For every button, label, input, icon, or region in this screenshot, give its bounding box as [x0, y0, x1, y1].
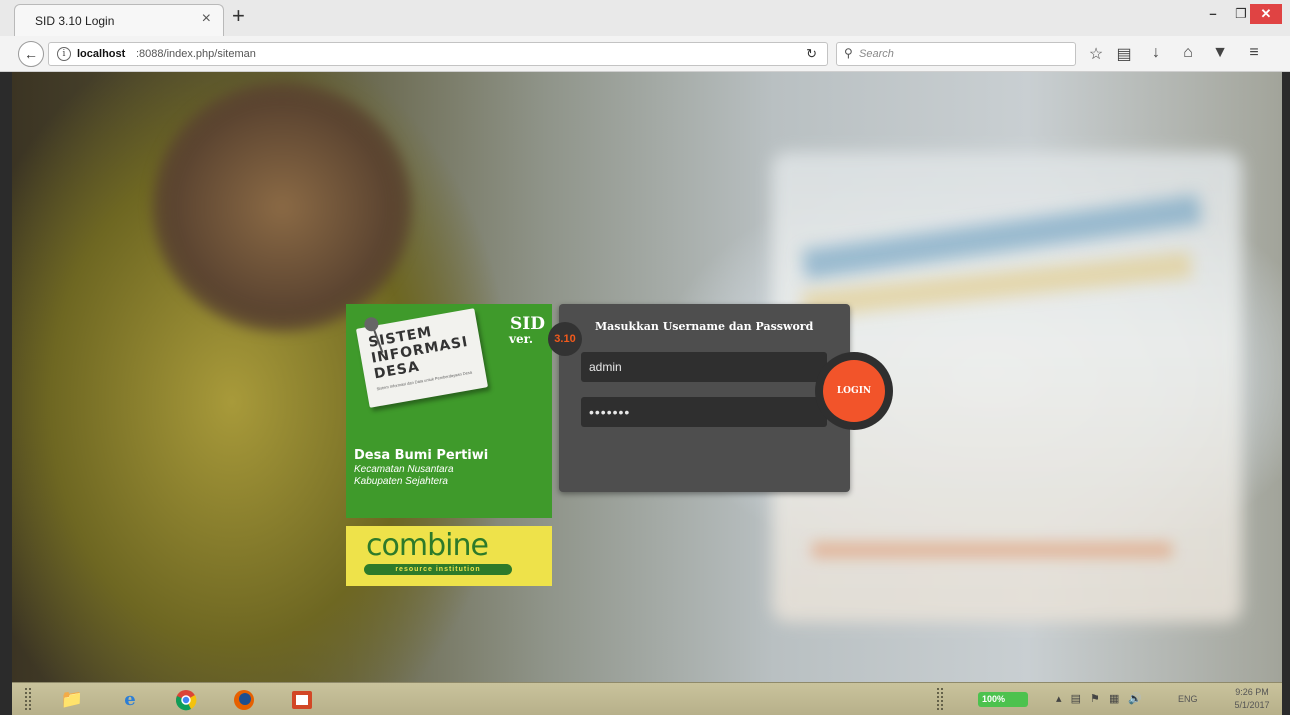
- sid-logo-paper: SISTEM INFORMASI DESA Sistem Informasi d…: [355, 308, 489, 408]
- battery-indicator[interactable]: 100%: [978, 692, 1028, 707]
- sid-title: SID: [510, 314, 545, 334]
- password-field[interactable]: •••••••: [581, 397, 827, 427]
- brand-panel: SISTEM INFORMASI DESA Sistem Informasi d…: [346, 304, 582, 518]
- home-icon[interactable]: ⌂: [1178, 44, 1198, 62]
- system-tray-icons[interactable]: ▴ ▤ ⚑ ▦ 🔊: [1056, 692, 1145, 705]
- search-placeholder: Search: [859, 48, 894, 60]
- address-bar[interactable]: i localhost :8088/index.php/siteman ↻: [48, 42, 828, 66]
- regency-name: Kabupaten Sejahtera: [354, 476, 448, 487]
- background-photo-person: [152, 82, 412, 332]
- sid-ver-label: ver.: [509, 332, 534, 346]
- chrome-icon[interactable]: [168, 686, 204, 713]
- login-panel: Masukkan Username dan Password admin •••…: [559, 304, 893, 492]
- version-badge: 3.10: [548, 322, 582, 356]
- taskbar-clock[interactable]: 9:26 PM 5/1/2017: [1224, 686, 1280, 712]
- search-icon: ⚲: [844, 46, 853, 60]
- combine-logo-subtitle: resource institution: [364, 564, 512, 575]
- firefox-icon[interactable]: [226, 686, 262, 713]
- file-explorer-icon[interactable]: 📁: [54, 686, 90, 713]
- url-host: localhost: [77, 48, 126, 60]
- reading-list-icon[interactable]: ▤: [1114, 44, 1134, 64]
- site-info-icon[interactable]: i: [57, 47, 71, 61]
- district-name: Kecamatan Nusantara: [354, 464, 454, 475]
- download-icon[interactable]: ↓: [1146, 44, 1166, 62]
- language-indicator[interactable]: ENG: [1178, 694, 1198, 704]
- reload-icon[interactable]: ↻: [806, 46, 817, 62]
- login-title: Masukkan Username dan Password: [595, 320, 814, 333]
- village-name: Desa Bumi Pertiwi: [354, 448, 489, 463]
- browser-tab[interactable]: SID 3.10 Login ×: [14, 4, 224, 36]
- tab-title: SID 3.10 Login: [35, 14, 115, 28]
- tab-close-icon[interactable]: ×: [202, 10, 211, 28]
- back-arrow-icon[interactable]: ←: [18, 41, 44, 67]
- login-page: SISTEM INFORMASI DESA Sistem Informasi d…: [12, 72, 1282, 682]
- url-path: :8088/index.php/siteman: [136, 48, 256, 60]
- clock-time: 9:26 PM: [1235, 687, 1269, 697]
- windows-taskbar: 📁 e 100% ▴ ▤ ⚑ ▦ 🔊 ENG 9:26 PM 5/1/2017: [12, 682, 1282, 715]
- background-stripe: [812, 542, 1172, 558]
- taskbar-grip[interactable]: [936, 687, 944, 711]
- search-input[interactable]: ⚲ Search: [836, 42, 1076, 66]
- combine-logo-word: combine: [366, 528, 489, 563]
- window-close-button[interactable]: ✕: [1250, 4, 1282, 24]
- clock-date: 5/1/2017: [1234, 700, 1270, 710]
- browser-tab-bar: SID 3.10 Login × + – ❐ ✕: [0, 0, 1290, 36]
- combine-logo: combine resource institution: [346, 526, 552, 586]
- login-button-label: LOGIN: [823, 360, 885, 422]
- login-button[interactable]: LOGIN: [815, 352, 893, 430]
- internet-explorer-icon[interactable]: e: [112, 686, 148, 713]
- window-minimize-button[interactable]: –: [1198, 4, 1228, 24]
- browser-nav-bar: ← i localhost :8088/index.php/siteman ↻ …: [0, 36, 1290, 72]
- menu-icon[interactable]: ≡: [1244, 44, 1264, 62]
- bookmark-star-icon[interactable]: ☆: [1086, 44, 1106, 64]
- taskbar-grip[interactable]: [24, 687, 32, 711]
- username-field[interactable]: admin: [581, 352, 827, 382]
- new-tab-button[interactable]: +: [232, 5, 245, 27]
- pocket-icon[interactable]: ▼: [1210, 44, 1230, 62]
- powerpoint-icon[interactable]: [284, 686, 320, 713]
